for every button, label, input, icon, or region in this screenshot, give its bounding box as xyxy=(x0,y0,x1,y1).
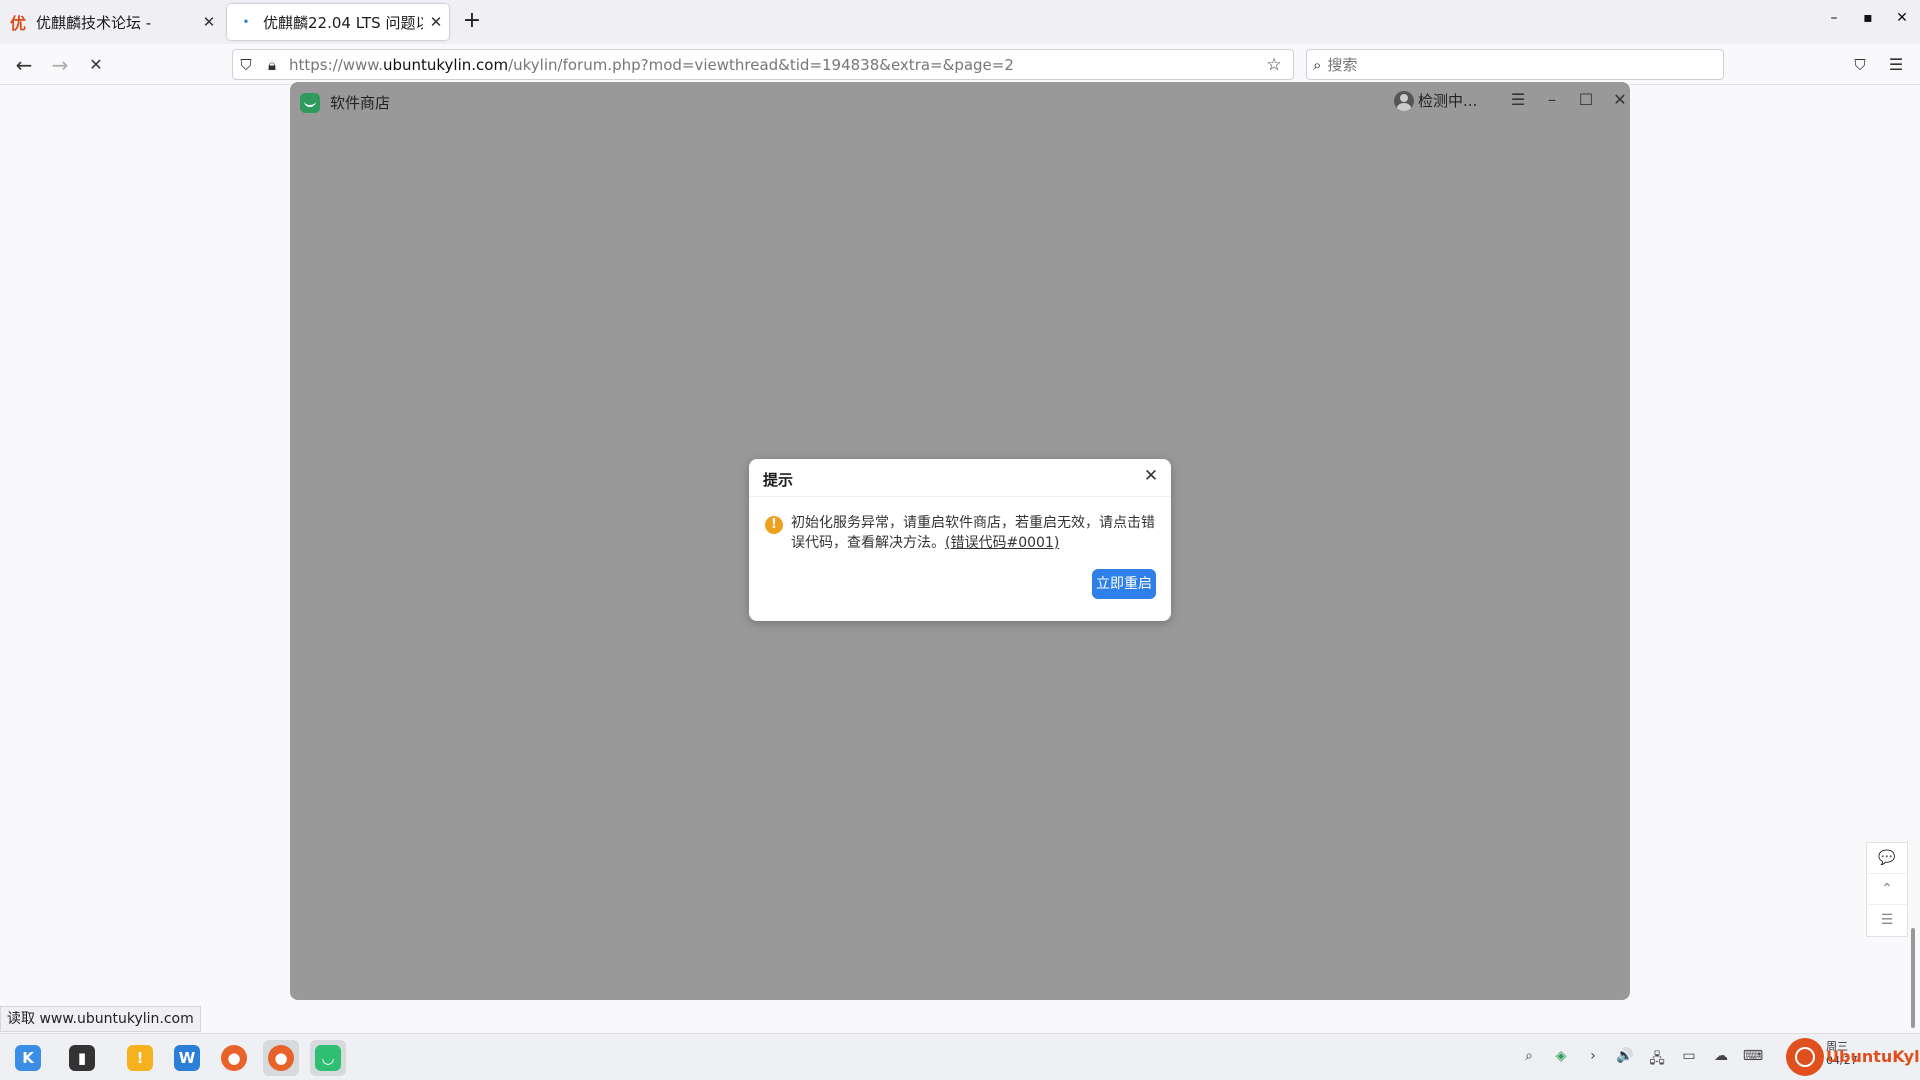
tab-thread[interactable]: • 优麒麟22.04 LTS 问题以及 ✕ xyxy=(227,4,449,40)
url-domain: ubuntukylin.com xyxy=(382,55,509,74)
volume-icon[interactable]: 🔊 xyxy=(1614,1048,1636,1064)
expand-tray-icon[interactable]: › xyxy=(1582,1048,1604,1064)
close-tab-icon[interactable]: ✕ xyxy=(196,13,222,31)
url-bar[interactable]: ⛉ 🔒︎ https://www.ubuntukylin.com/ukylin/… xyxy=(232,49,1294,80)
dialog-close-button[interactable]: ✕ xyxy=(1141,466,1161,486)
taskbar-app-firefox-active[interactable]: ● xyxy=(263,1040,299,1076)
taskbar-app-files[interactable]: ! xyxy=(122,1040,158,1076)
restart-now-button[interactable]: 立即重启 xyxy=(1092,569,1156,599)
url-prefix: https://www. xyxy=(289,55,383,74)
weather-icon[interactable]: ☁ xyxy=(1710,1048,1732,1064)
user-status-text: 检测中... xyxy=(1418,92,1478,110)
network-icon[interactable]: 🖧 xyxy=(1646,1048,1668,1072)
multitask-view-button[interactable]: ▮ xyxy=(64,1040,100,1076)
favicon-icon: 优 xyxy=(10,14,27,33)
tab-strip: 优 优麒麟技术论坛 - ✕ • 优麒麟22.04 LTS 问题以及 ✕ + – … xyxy=(0,0,1920,44)
error-code-link[interactable]: (错误代码#0001) xyxy=(945,535,1059,551)
pocket-icon[interactable]: ⛉ xyxy=(1846,51,1874,79)
url-path: /ukylin/forum.php?mod=viewthread&tid=194… xyxy=(508,55,1014,74)
app-maximize-button[interactable]: ☐ xyxy=(1574,90,1598,109)
user-status[interactable]: 检测中... xyxy=(1394,90,1477,111)
minimize-window-button[interactable]: – xyxy=(1820,10,1848,26)
shield-icon[interactable]: ⛉ xyxy=(233,56,259,74)
ubuntukylin-brand-text: UbuntuKylin xyxy=(1826,1047,1920,1066)
tab-title: 优麒麟技术论坛 - xyxy=(36,13,152,32)
ubuntukylin-logo-icon xyxy=(1786,1038,1824,1076)
maximize-window-button[interactable]: ▪ xyxy=(1854,10,1882,26)
firefox-icon: ● xyxy=(268,1045,294,1071)
dialog-title: 提示 xyxy=(763,471,794,489)
sync-tray-icon[interactable]: ◈ xyxy=(1550,1048,1572,1064)
status-bar: 读取 www.ubuntukylin.com xyxy=(0,1006,201,1032)
search-input[interactable] xyxy=(1327,55,1688,74)
warning-icon: ! xyxy=(765,516,783,534)
taskbar: K ▮ ! W ● ● ◡ ⌕ ◈ › 🔊 🖧 ▭ ☁ ⌨ 周三 04/27 U… xyxy=(0,1033,1920,1080)
lock-icon[interactable]: 🔒︎ xyxy=(259,56,285,74)
files-icon: ! xyxy=(127,1045,153,1071)
search-box[interactable]: ⌕ xyxy=(1306,49,1724,80)
dialog-message: 初始化服务异常，请重启软件商店，若重启无效，请点击错误代码，查看解决方法。(错误… xyxy=(791,513,1161,553)
new-tab-button[interactable]: + xyxy=(458,8,486,36)
software-store-icon: ◡ xyxy=(315,1045,341,1071)
url-text[interactable]: https://www.ubuntukylin.com/ukylin/forum… xyxy=(285,56,1261,74)
notification-icon[interactable]: ▭ xyxy=(1678,1048,1700,1064)
keyboard-icon[interactable]: ⌨ xyxy=(1742,1048,1764,1064)
multitask-icon: ▮ xyxy=(69,1045,95,1071)
menu-icon[interactable]: ☰ xyxy=(1882,51,1910,79)
search-icon: ⌕ xyxy=(1313,55,1322,74)
dialog-divider xyxy=(749,496,1171,497)
taskbar-app-wps[interactable]: W xyxy=(169,1040,205,1076)
software-store-icon xyxy=(300,92,320,113)
avatar-icon xyxy=(1394,90,1414,111)
firefox-icon: ● xyxy=(221,1045,247,1071)
comment-icon[interactable]: 💬 xyxy=(1867,843,1907,874)
app-title: 软件商店 xyxy=(330,94,391,112)
close-tab-icon[interactable]: ✕ xyxy=(423,13,449,31)
page-scrollbar[interactable] xyxy=(1911,928,1915,1028)
app-minimize-button[interactable]: – xyxy=(1540,90,1564,109)
close-window-button[interactable]: ✕ xyxy=(1888,10,1916,26)
stop-loading-button[interactable]: ✕ xyxy=(82,51,110,79)
loading-dot-icon: • xyxy=(242,16,250,28)
tab-title: 优麒麟22.04 LTS 问题以及 xyxy=(263,13,423,32)
bookmark-star-icon[interactable]: ☆ xyxy=(1261,55,1287,75)
error-dialog: 提示 ✕ ! 初始化服务异常，请重启软件商店，若重启无效，请点击错误代码，查看解… xyxy=(749,459,1171,621)
tab-forum-home[interactable]: 优 优麒麟技术论坛 - ✕ xyxy=(0,4,222,40)
app-close-button[interactable]: ✕ xyxy=(1608,90,1632,109)
search-tray-icon[interactable]: ⌕ xyxy=(1518,1048,1540,1064)
taskbar-app-software-store[interactable]: ◡ xyxy=(310,1040,346,1076)
start-menu-button[interactable]: K xyxy=(10,1040,46,1076)
back-to-top-icon[interactable]: ⌃ xyxy=(1867,874,1907,905)
back-button[interactable]: ← xyxy=(10,51,38,79)
navigation-bar: ← → ✕ ⛉ 🔒︎ https://www.ubuntukylin.com/u… xyxy=(0,44,1920,85)
kylin-start-icon: K xyxy=(15,1045,41,1071)
list-icon[interactable]: ☰ xyxy=(1867,905,1907,936)
app-menu-button[interactable]: ☰ xyxy=(1506,90,1530,109)
taskbar-app-firefox[interactable]: ● xyxy=(216,1040,252,1076)
app-title-bar: 软件商店 xyxy=(300,92,390,113)
forward-button[interactable]: → xyxy=(46,51,74,79)
wps-icon: W xyxy=(174,1045,200,1071)
floating-tools: 💬 ⌃ ☰ xyxy=(1866,842,1908,937)
